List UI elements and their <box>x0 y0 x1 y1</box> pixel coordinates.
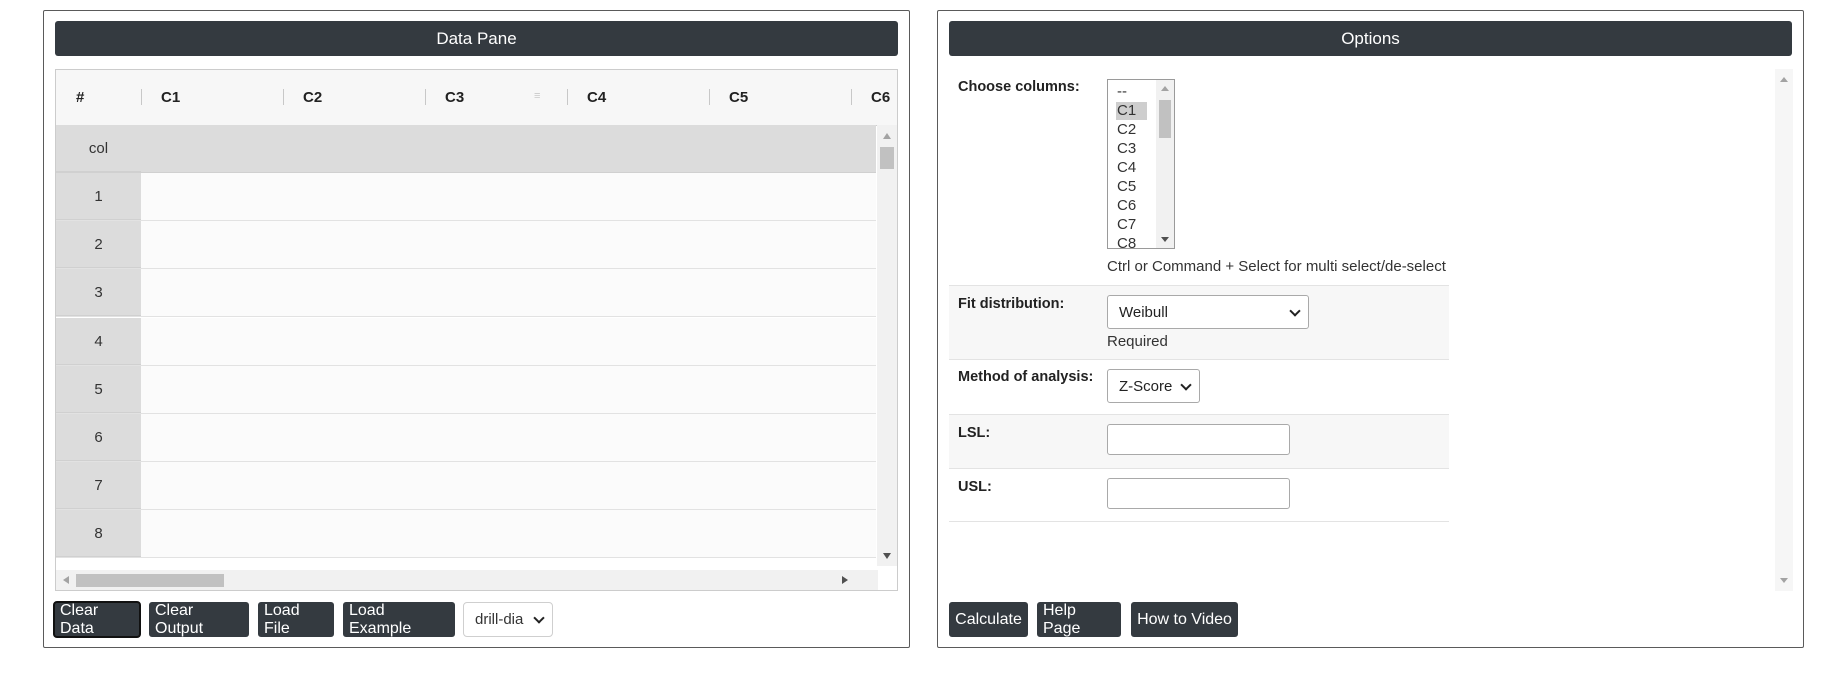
list-item[interactable]: C7 <box>1116 216 1147 234</box>
lsl-input[interactable] <box>1107 424 1290 455</box>
row-header: col <box>56 125 141 172</box>
method-select[interactable]: Z-Score <box>1107 369 1200 403</box>
columns-listbox[interactable]: -- C1 C2 C3 C4 C5 C6 C7 C8 <box>1107 79 1175 249</box>
chevron-down-icon <box>1180 379 1192 391</box>
method-row: Method of analysis: Z-Score <box>949 360 1449 415</box>
list-item[interactable]: C6 <box>1116 197 1147 215</box>
example-select[interactable]: drill-dia <box>463 602 553 637</box>
how-to-video-button[interactable]: How to Video <box>1131 602 1238 637</box>
help-page-button[interactable]: Help Page <box>1037 602 1121 637</box>
column-header-c2[interactable]: C2 <box>283 70 425 125</box>
method-value: Z-Score <box>1119 377 1173 395</box>
options-title: Options <box>949 21 1792 56</box>
table-row[interactable]: col <box>56 125 876 173</box>
calculate-button[interactable]: Calculate <box>949 602 1028 637</box>
method-label: Method of analysis: <box>958 369 1094 385</box>
row-number: 8 <box>56 510 141 557</box>
row-number: 6 <box>56 414 141 461</box>
options-panel: Options Choose columns: -- C1 C2 C3 C4 C… <box>937 10 1804 648</box>
usl-row: USL: <box>949 469 1449 522</box>
row-number: 3 <box>56 269 141 316</box>
usl-label: USL: <box>958 479 992 495</box>
load-file-button[interactable]: Load File <box>258 602 334 637</box>
table-row[interactable]: 5 <box>56 366 876 414</box>
choose-columns-row: Choose columns: -- C1 C2 C3 C4 C5 C6 C7 … <box>949 69 1449 286</box>
column-header-c6[interactable]: C6 <box>851 70 897 125</box>
table-row[interactable]: 7 <box>56 462 876 510</box>
list-item[interactable]: C4 <box>1116 159 1147 177</box>
scroll-down-icon[interactable] <box>1780 578 1788 583</box>
fit-distribution-select[interactable]: Weibull <box>1107 295 1309 329</box>
scroll-thumb[interactable] <box>880 147 894 169</box>
chevron-down-icon <box>533 612 545 624</box>
scroll-up-icon[interactable] <box>1161 86 1169 91</box>
column-header-c3[interactable]: C3 <box>425 70 567 125</box>
list-item[interactable]: C2 <box>1116 121 1147 139</box>
row-number: 5 <box>56 366 141 413</box>
list-item-selected[interactable]: C1 <box>1116 102 1147 120</box>
data-pane-title: Data Pane <box>55 21 898 56</box>
table-row[interactable]: 1 <box>56 173 876 221</box>
fit-distribution-row: Fit distribution: Weibull Required <box>949 286 1449 360</box>
lsl-label: LSL: <box>958 425 991 441</box>
example-select-value: drill-dia <box>475 611 524 628</box>
column-header-index: # <box>76 89 85 106</box>
scroll-down-icon[interactable] <box>1161 237 1169 242</box>
column-header-c1[interactable]: C1 <box>141 70 283 125</box>
lsl-row: LSL: <box>949 415 1449 469</box>
fit-distribution-value: Weibull <box>1119 303 1168 321</box>
row-number: 1 <box>56 173 141 220</box>
clear-output-button[interactable]: Clear Output <box>149 602 249 637</box>
table-row[interactable]: 2 <box>56 221 876 269</box>
multi-select-hint: Ctrl or Command + Select for multi selec… <box>1107 258 1446 275</box>
column-menu-icon[interactable]: ≡ <box>534 91 544 102</box>
column-header-c5[interactable]: C5 <box>709 70 851 125</box>
list-item[interactable]: C3 <box>1116 140 1147 158</box>
grid-header: # C1 C2 C3 ≡ C4 C5 C6 <box>56 70 897 126</box>
scroll-down-icon[interactable] <box>883 553 891 559</box>
listbox-scrollbar[interactable] <box>1156 80 1174 248</box>
scroll-thumb[interactable] <box>76 574 224 587</box>
fit-distribution-label: Fit distribution: <box>958 296 1065 312</box>
scroll-right-icon[interactable] <box>842 576 848 584</box>
data-grid[interactable]: # C1 C2 C3 ≡ C4 C5 C6 col 1 2 3 4 5 6 7 <box>55 69 898 591</box>
load-example-button[interactable]: Load Example <box>343 602 455 637</box>
table-row[interactable]: 8 <box>56 510 876 558</box>
scroll-thumb[interactable] <box>1159 100 1171 138</box>
choose-columns-label: Choose columns: <box>958 79 1080 95</box>
scroll-left-icon[interactable] <box>63 576 69 584</box>
row-number: 4 <box>56 318 141 365</box>
scroll-up-icon[interactable] <box>1780 77 1788 82</box>
row-number: 7 <box>56 462 141 509</box>
required-note: Required <box>1107 333 1168 350</box>
usl-input[interactable] <box>1107 478 1290 509</box>
grid-body: col 1 2 3 4 5 6 7 8 <box>56 125 876 560</box>
table-row[interactable]: 4 <box>56 318 876 366</box>
data-pane-panel: Data Pane # C1 C2 C3 ≡ C4 C5 C6 col 1 2 … <box>43 10 910 648</box>
vertical-scrollbar[interactable] <box>877 125 897 566</box>
list-item[interactable]: C5 <box>1116 178 1147 196</box>
table-row[interactable]: 3 <box>56 269 876 317</box>
scroll-up-icon[interactable] <box>883 133 891 139</box>
clear-data-button[interactable]: Clear Data <box>53 601 141 638</box>
row-number: 2 <box>56 221 141 268</box>
list-item[interactable]: C8 <box>1116 235 1147 248</box>
horizontal-scrollbar[interactable] <box>56 570 878 590</box>
chevron-down-icon <box>1289 305 1301 317</box>
table-row[interactable]: 6 <box>56 414 876 462</box>
list-item[interactable]: -- <box>1116 83 1147 101</box>
column-header-c4[interactable]: C4 <box>567 70 709 125</box>
options-scrollbar[interactable] <box>1775 69 1793 591</box>
